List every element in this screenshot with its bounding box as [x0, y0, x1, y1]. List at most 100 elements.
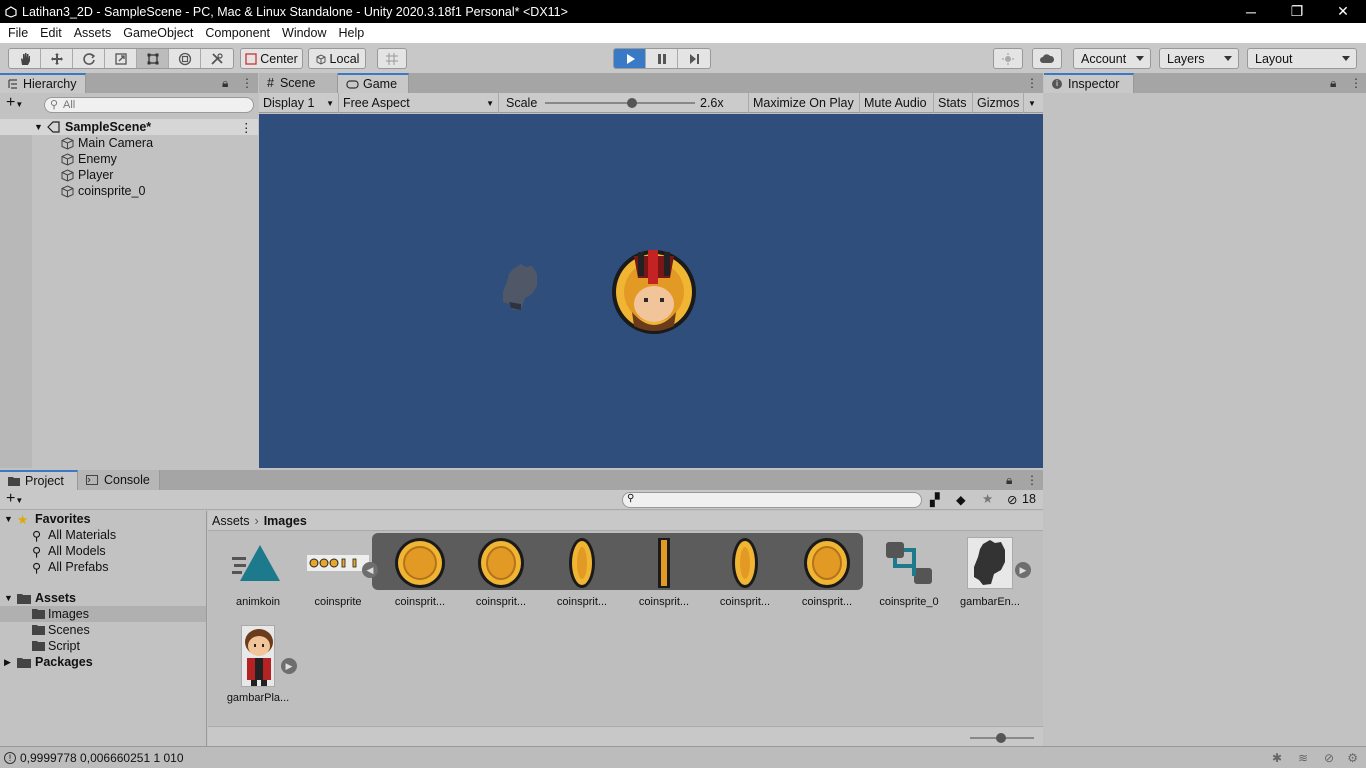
rect-tool-icon[interactable] [137, 49, 169, 68]
icon-size-slider-thumb[interactable] [996, 733, 1006, 743]
account-dropdown[interactable]: Account [1073, 48, 1151, 69]
more-menu-icon[interactable]: ⋮ [1026, 76, 1038, 90]
scale-tool-icon[interactable] [105, 49, 137, 68]
hand-tool-icon[interactable] [9, 49, 41, 68]
close-button[interactable]: ✕ [1320, 0, 1366, 23]
favorite-item[interactable]: ⚲ All Models [0, 543, 206, 559]
hierarchy-item[interactable]: Enemy [0, 151, 258, 167]
expand-sprites-button[interactable]: ▶ [281, 658, 297, 674]
expand-arrow-icon[interactable]: ▼ [4, 514, 13, 524]
grid-snap-button[interactable] [377, 48, 407, 69]
gizmos-toggle[interactable]: Gizmos [973, 93, 1024, 113]
custom-tools-icon[interactable] [201, 49, 233, 68]
menu-edit[interactable]: Edit [34, 26, 68, 40]
tab-project[interactable]: Project [0, 470, 78, 490]
expand-arrow-icon[interactable]: ▼ [34, 122, 43, 132]
add-object-button[interactable]: +▼ [6, 95, 23, 113]
favorites-row[interactable]: ▼ ★ Favorites [0, 511, 206, 527]
layout-dropdown[interactable]: Layout [1247, 48, 1357, 69]
scale-slider-track[interactable] [545, 98, 695, 108]
folder-item-script[interactable]: Script [0, 638, 206, 654]
cache-icon[interactable]: ≋ [1298, 751, 1308, 765]
status-message[interactable]: 0,9999778 0,006660251 1 010 [20, 751, 184, 765]
breadcrumb-assets[interactable]: Assets [212, 514, 250, 528]
asset-item[interactable]: coinsprit... [464, 535, 538, 608]
folder-item-images[interactable]: Images [0, 606, 206, 622]
display-dropdown[interactable]: Display 1 ▼ [259, 93, 339, 113]
packages-row[interactable]: ▶ Packages [0, 654, 206, 670]
asset-item[interactable]: coinsprit... [383, 535, 457, 608]
asset-item[interactable]: animkoin [221, 535, 295, 608]
menu-gameobject[interactable]: GameObject [117, 26, 199, 40]
more-menu-icon[interactable]: ⋮ [241, 76, 253, 90]
play-button[interactable] [614, 49, 646, 68]
menu-help[interactable]: Help [332, 26, 370, 40]
scene-menu-icon[interactable]: ⋮ [240, 120, 253, 135]
hierarchy-item[interactable]: Main Camera [0, 135, 258, 151]
asset-item[interactable]: coinsprit... [790, 535, 864, 608]
favorite-item[interactable]: ⚲ All Prefabs [0, 559, 206, 575]
expand-sprites-button[interactable]: ▶ [1015, 562, 1031, 578]
layers-dropdown[interactable]: Layers [1159, 48, 1239, 69]
rotate-tool-icon[interactable] [73, 49, 105, 68]
menu-assets[interactable]: Assets [68, 26, 118, 40]
mute-audio-toggle[interactable]: Mute Audio [860, 93, 934, 113]
game-view[interactable] [259, 114, 1043, 468]
hidden-packages-icon[interactable]: ⊘ [1007, 492, 1017, 507]
filter-by-label-icon[interactable]: ◆ [956, 492, 966, 507]
tab-inspector[interactable]: i Inspector [1044, 73, 1134, 93]
folder-item-scenes[interactable]: Scenes [0, 622, 206, 638]
transform-tool-icon[interactable] [169, 49, 201, 68]
collapse-arrow-icon[interactable]: ▶ [4, 657, 11, 668]
pause-button[interactable] [646, 49, 678, 68]
expand-arrow-icon[interactable]: ▼ [4, 593, 13, 603]
menu-window[interactable]: Window [276, 26, 332, 40]
stats-toggle[interactable]: Stats [934, 93, 973, 113]
cloud-button[interactable] [1032, 48, 1062, 69]
icon-size-slider[interactable] [970, 733, 1034, 743]
more-menu-icon[interactable]: ⋮ [1026, 473, 1038, 487]
assets-row[interactable]: ▼ Assets [0, 590, 206, 606]
tab-game[interactable]: Game [338, 73, 409, 93]
more-menu-icon[interactable]: ⋮ [1350, 76, 1362, 90]
pivot-space-toggle[interactable]: Local [308, 48, 366, 69]
step-button[interactable] [678, 49, 710, 68]
collab-button[interactable] [993, 48, 1023, 69]
pivot-center-toggle[interactable]: Center [240, 48, 303, 69]
tab-console[interactable]: Console [78, 470, 160, 490]
bug-icon[interactable]: ✱ [1272, 751, 1282, 765]
lock-icon[interactable]: 🔒︎ [222, 76, 228, 91]
window-title: Latihan3_2D - SampleScene - PC, Mac & Li… [22, 4, 568, 19]
favorite-item[interactable]: ⚲ All Materials [0, 527, 206, 543]
menu-file[interactable]: File [2, 26, 34, 40]
project-search-input[interactable]: ⚲ [622, 492, 922, 508]
lock-icon[interactable]: 🔒︎ [1330, 76, 1336, 91]
hierarchy-search-input[interactable]: ⚲ All [44, 97, 254, 113]
scene-row[interactable]: ▼ SampleScene* ⋮ [0, 119, 258, 135]
hierarchy-item[interactable]: Player [0, 167, 258, 183]
asset-item[interactable]: coinsprit... [708, 535, 782, 608]
menu-component[interactable]: Component [199, 26, 276, 40]
minimize-button[interactable]: ─ [1228, 0, 1274, 23]
tab-scene[interactable]: # Scene [259, 73, 338, 93]
auto-generate-lighting-icon[interactable]: ⊘ [1324, 751, 1334, 765]
tab-hierarchy[interactable]: Hierarchy [0, 73, 86, 93]
scale-slider-thumb[interactable] [627, 98, 637, 108]
progress-icon[interactable]: ⚙ [1347, 751, 1358, 765]
aspect-dropdown[interactable]: Free Aspect ▼ [339, 93, 499, 113]
lock-icon[interactable]: 🔒︎ [1006, 473, 1012, 488]
breadcrumb-images[interactable]: Images [264, 514, 307, 528]
restore-button[interactable]: ❐ [1274, 0, 1320, 23]
move-tool-icon[interactable] [41, 49, 73, 68]
gizmos-dropdown[interactable]: ▼ [1024, 93, 1043, 113]
asset-item[interactable]: coinsprit... [545, 535, 619, 608]
favorite-star-icon[interactable]: ★ [982, 491, 993, 506]
maximize-on-play-toggle[interactable]: Maximize On Play [749, 93, 860, 113]
hierarchy-item[interactable]: coinsprite_0 [0, 183, 258, 199]
create-asset-button[interactable]: +▼ [6, 491, 23, 509]
enemy-sprite-icon [958, 535, 1022, 591]
asset-item[interactable]: coinsprit... [627, 535, 701, 608]
asset-item[interactable]: coinsprite_0 [872, 535, 946, 608]
collapse-sprites-button[interactable]: ◀ [362, 562, 378, 578]
filter-by-type-icon[interactable]: ▞ [930, 492, 940, 507]
